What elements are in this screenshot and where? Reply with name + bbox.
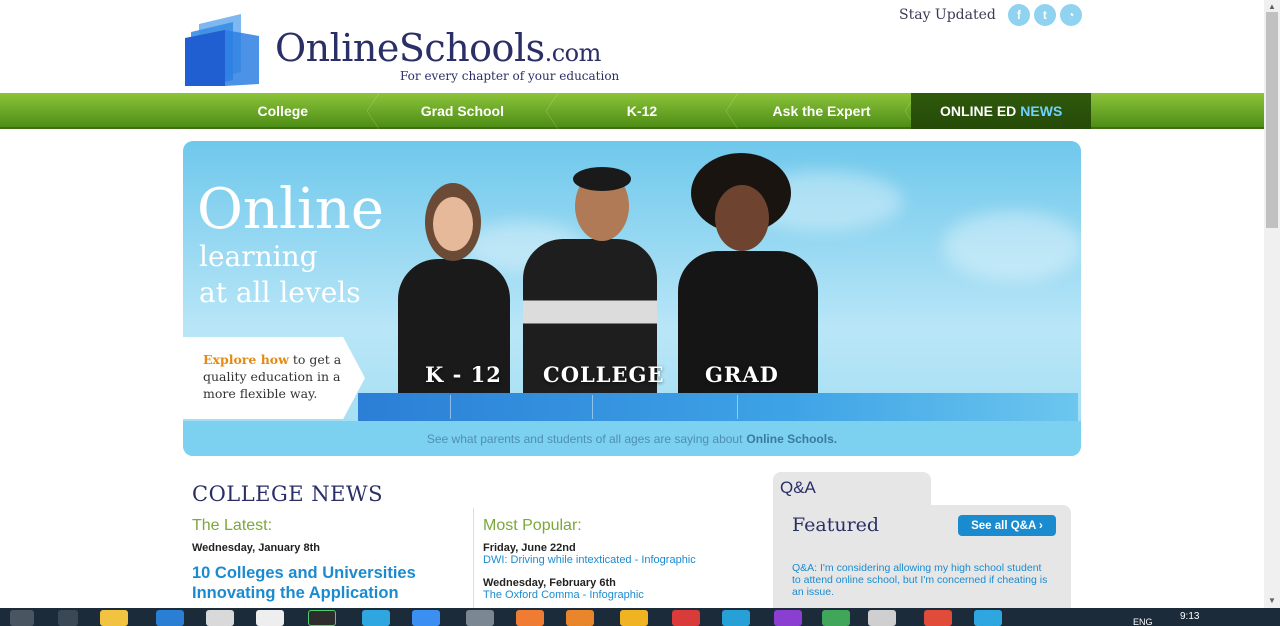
language-indicator[interactable]: ENG [1133,617,1153,626]
explore-how-callout[interactable]: Explore how to get a quality education i… [183,337,365,419]
qa-tab[interactable]: Q&A [773,472,931,508]
nav-online-ed-news[interactable]: ONLINE ED NEWS [911,93,1091,129]
latest-article-link[interactable]: 10 Colleges and Universities Innovating … [192,563,462,603]
nav-college[interactable]: College [193,93,379,129]
rss-icon[interactable]: ◔ [1059,4,1082,26]
app-icon[interactable] [774,610,802,626]
college-news-title: COLLEGE NEWS [192,482,383,506]
edge-icon[interactable] [722,610,750,626]
nav-online-ed-label: ONLINE ED [940,103,1017,119]
logo-wordmark: OnlineSchools.com [275,26,601,70]
scroll-down-icon[interactable]: ▼ [1264,594,1280,606]
latest-heading: The Latest: [192,517,273,534]
stay-updated: Stay Updated f t ◔ [899,4,1082,26]
levels-bar [358,393,1078,421]
zoom-icon[interactable] [412,610,440,626]
windows-start-icon[interactable] [10,610,34,626]
cloud [943,211,1081,281]
blender-icon[interactable] [566,610,594,626]
hero-subtitle-line1: learning [199,240,318,273]
column-divider [473,508,474,608]
task-view-icon[interactable] [58,610,78,626]
hero-subtitle-line2: at all levels [199,276,361,309]
popular-date: Friday, June 22nd [483,542,576,554]
testimonials-link[interactable]: See what parents and students of all age… [183,421,1081,456]
site-logo[interactable]: OnlineSchools.com For every chapter of y… [185,12,625,88]
see-all-qa-button[interactable]: See all Q&A › [958,515,1056,536]
testimonials-text: See what parents and students of all age… [426,431,743,446]
facebook-icon[interactable]: f [1007,4,1030,26]
app-icon[interactable] [822,610,850,626]
level-divider [592,395,593,419]
qa-featured-link[interactable]: Q&A: I'm considering allowing my high sc… [792,562,1052,598]
logo-tagline: For every chapter of your education [400,69,620,83]
level-divider [450,395,451,419]
telegram-icon[interactable] [974,610,1002,626]
nav-k12[interactable]: K-12 [552,93,738,129]
level-divider [737,395,738,419]
scrollbar-thumb[interactable] [1266,12,1278,228]
hero-title: Online [197,177,385,242]
latest-date: Wednesday, January 8th [192,542,320,554]
main-nav: College Grad School K-12 Ask the Expert … [0,93,1264,129]
app-icon[interactable] [466,610,494,626]
popular-heading: Most Popular: [483,517,582,534]
hero-subtitle: learning at all levels [199,239,361,311]
document-icon[interactable] [256,610,284,626]
level-k12-link[interactable]: K - 12 [425,362,502,387]
popular-item: Wednesday, February 6th The Oxford Comma… [483,577,644,601]
logo-books-icon [185,14,259,86]
file-explorer-icon[interactable] [100,610,128,626]
explore-how-link[interactable]: Explore how [203,352,289,367]
app-icon[interactable] [672,610,700,626]
pycharm-icon[interactable] [308,610,336,626]
chrome-icon[interactable] [924,610,952,626]
level-college-link[interactable]: COLLEGE [543,362,665,387]
twitter-icon[interactable]: t [1033,4,1056,26]
app-icon[interactable] [620,610,648,626]
testimonials-brand: Online Schools. [746,431,838,446]
hero-banner[interactable]: Online learning at all levels K - 12 COL… [183,141,1081,456]
app-icon[interactable] [868,610,896,626]
nav-ask-the-expert[interactable]: Ask the Expert [732,93,917,129]
nav-grad-school[interactable]: Grad School [373,93,558,129]
dev-app-icon[interactable] [206,610,234,626]
popular-item: Friday, June 22nd DWI: Driving while int… [483,542,696,566]
popular-link[interactable]: DWI: Driving while intexticated - Infogr… [483,554,696,566]
popular-date: Wednesday, February 6th [483,577,616,589]
clock[interactable]: 9:13 [1180,611,1199,622]
level-grad-link[interactable]: GRAD [705,362,779,387]
scroll-up-icon[interactable]: ▲ [1264,0,1280,12]
app-icon[interactable] [516,610,544,626]
vscode-icon[interactable] [156,610,184,626]
stay-updated-label: Stay Updated [899,7,996,23]
qa-featured-heading: Featured [792,514,880,536]
telegram-icon[interactable] [362,610,390,626]
nav-news-label: NEWS [1020,103,1063,119]
popular-link[interactable]: The Oxford Comma - Infographic [483,589,644,601]
